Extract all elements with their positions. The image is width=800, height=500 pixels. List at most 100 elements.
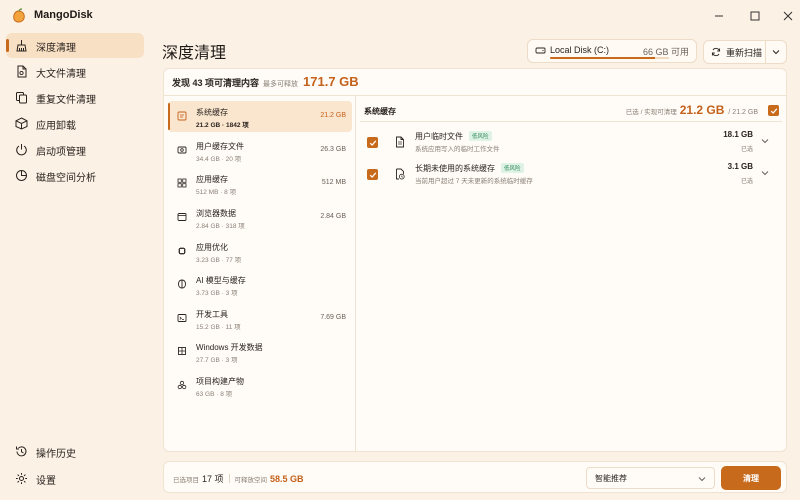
category-item-system-cache[interactable]: 系统缓存 21.2 GB · 1842 项 21.2 GB bbox=[168, 101, 352, 132]
detail-total: / 21.2 GB bbox=[728, 109, 758, 116]
sidebar-item-label: 应用卸载 bbox=[36, 121, 76, 132]
category-size: 21.2 GB bbox=[320, 112, 346, 119]
cleanup-entry[interactable]: 长期未使用的系统缓存 低风险 当前用户超过 7 天未更新的系统临时缓存 3.1 G… bbox=[360, 157, 780, 191]
sidebar-item-large-files[interactable]: 大文件清理 bbox=[6, 59, 144, 84]
category-item-windows-dev[interactable]: Windows 开发数据 27.7 GB · 3 项 bbox=[168, 336, 352, 367]
sidebar-item-label: 设置 bbox=[36, 476, 56, 487]
document-icon bbox=[395, 136, 405, 148]
chevron-down-icon[interactable] bbox=[761, 138, 769, 144]
category-size: 512 MB bbox=[321, 179, 346, 186]
checkmark-icon bbox=[369, 139, 376, 146]
sidebar-item-startup[interactable]: 启动项管理 bbox=[6, 137, 144, 162]
pie-chart-icon bbox=[15, 169, 28, 182]
risk-badge: 低风险 bbox=[469, 131, 492, 141]
category-meta: 512 MB · 8 项 bbox=[196, 189, 237, 196]
detail-title: 系统缓存 bbox=[364, 107, 396, 116]
category-meta: 2.84 GB · 318 项 bbox=[196, 223, 245, 230]
terminal-icon bbox=[177, 313, 187, 323]
summary-label: 发现 43 项可清理内容 bbox=[172, 78, 260, 88]
rescan-options-button[interactable] bbox=[765, 41, 786, 63]
app-cache-icon bbox=[177, 178, 187, 188]
select-all-checkbox[interactable] bbox=[768, 105, 779, 116]
close-button[interactable] bbox=[774, 6, 800, 26]
category-item-dev-tools[interactable]: 开发工具 15.2 GB · 11 项 7.69 GB bbox=[168, 303, 352, 334]
chevron-down-icon[interactable] bbox=[761, 170, 769, 176]
minimize-icon bbox=[715, 15, 723, 17]
cleanup-entry[interactable]: 用户临时文件 低风险 系统应用写入的临时工作文件 18.1 GB 已选 bbox=[360, 125, 780, 159]
entry-description: 当前用户超过 7 天未更新的系统临时缓存 bbox=[415, 178, 533, 185]
entry-name: 用户临时文件 低风险 bbox=[415, 131, 492, 142]
sidebar-item-deep-clean[interactable]: 深度清理 bbox=[6, 33, 144, 58]
build-artifacts-icon bbox=[177, 380, 187, 390]
system-cache-icon bbox=[177, 111, 187, 121]
entry-name-text: 用户临时文件 bbox=[415, 132, 463, 141]
maximize-button[interactable] bbox=[741, 6, 769, 26]
category-name: 开发工具 bbox=[196, 310, 228, 319]
category-item-app-cache[interactable]: 应用缓存 512 MB · 8 项 512 MB bbox=[168, 168, 352, 199]
minimize-button[interactable] bbox=[705, 6, 733, 26]
page-title: 深度清理 bbox=[162, 45, 227, 62]
entry-checkbox[interactable] bbox=[367, 137, 378, 148]
divider bbox=[228, 474, 230, 483]
divider bbox=[360, 121, 782, 122]
category-meta: 34.4 GB · 20 项 bbox=[196, 156, 242, 163]
clean-button[interactable]: 清理 bbox=[721, 466, 781, 490]
refresh-icon bbox=[711, 47, 721, 57]
entry-name-text: 长期未使用的系统缓存 bbox=[415, 164, 495, 173]
user-cache-icon bbox=[177, 145, 187, 155]
windows-icon bbox=[177, 346, 187, 356]
ai-model-icon bbox=[177, 279, 187, 289]
sidebar: 深度清理 大文件清理 重复文件清理 应用卸载 启动项管理 磁盘空间分析 操作历史… bbox=[0, 32, 150, 500]
category-meta: 27.7 GB · 3 项 bbox=[196, 357, 238, 364]
rescan-button[interactable]: 重新扫描 bbox=[704, 41, 765, 63]
rescan-group: 重新扫描 bbox=[703, 40, 787, 64]
category-item-ai-models[interactable]: AI 模型与缓存 3.73 GB · 3 项 bbox=[168, 269, 352, 300]
release-space-label: 可释放空间 bbox=[234, 477, 268, 484]
sidebar-item-label: 深度清理 bbox=[36, 43, 76, 54]
hard-drive-icon bbox=[535, 45, 546, 56]
mango-logo-icon bbox=[12, 8, 26, 24]
large-file-icon bbox=[15, 65, 28, 78]
checkmark-icon bbox=[770, 107, 777, 114]
sidebar-item-label: 重复文件清理 bbox=[36, 95, 96, 106]
strategy-value: 智能推荐 bbox=[595, 474, 627, 483]
sidebar-item-disk-analysis[interactable]: 磁盘空间分析 bbox=[6, 163, 144, 188]
detail-selection-summary: 已选 / 实现可清理 21.2 GB / 21.2 GB bbox=[626, 103, 758, 117]
detail-selected-label: 已选 / 实现可清理 bbox=[625, 109, 677, 116]
category-item-app-optimize[interactable]: 应用优化 3.23 GB · 77 项 bbox=[168, 236, 352, 267]
sidebar-item-settings[interactable]: 设置 bbox=[6, 466, 144, 491]
entry-size: 18.1 GB bbox=[723, 130, 753, 139]
sidebar-item-history[interactable]: 操作历史 bbox=[6, 439, 144, 464]
sidebar-item-duplicates[interactable]: 重复文件清理 bbox=[6, 85, 144, 110]
duplicate-file-icon bbox=[15, 91, 28, 104]
sidebar-item-uninstall[interactable]: 应用卸载 bbox=[6, 111, 144, 136]
app-title: MangoDisk bbox=[34, 9, 93, 21]
category-item-user-cache[interactable]: 用户缓存文件 34.4 GB · 20 项 26.3 GB bbox=[168, 135, 352, 166]
entry-checkbox[interactable] bbox=[367, 169, 378, 180]
release-space-value: 58.5 GB bbox=[270, 474, 304, 484]
rescan-label: 重新扫描 bbox=[726, 48, 763, 58]
category-item-browser-data[interactable]: 浏览器数据 2.84 GB · 318 项 2.84 GB bbox=[168, 202, 352, 233]
sidebar-item-label: 启动项管理 bbox=[36, 147, 86, 158]
category-item-build-artifacts[interactable]: 项目构建产物 63 GB · 8 项 bbox=[168, 370, 352, 401]
browser-icon bbox=[177, 212, 187, 222]
broom-icon bbox=[15, 39, 28, 52]
strategy-select[interactable]: 智能推荐 bbox=[586, 467, 715, 489]
entry-status: 已选 bbox=[740, 147, 753, 153]
category-meta: 3.23 GB · 77 项 bbox=[196, 257, 242, 264]
checkmark-icon bbox=[369, 171, 376, 178]
clock-file-icon bbox=[395, 168, 405, 180]
selected-items-count: 17 项 bbox=[202, 474, 224, 484]
package-icon bbox=[15, 117, 28, 130]
entry-description: 系统应用写入的临时工作文件 bbox=[415, 146, 500, 153]
detail-selected-value: 21.2 GB bbox=[679, 103, 725, 117]
category-name: 系统缓存 bbox=[196, 108, 228, 117]
category-meta: 15.2 GB · 11 项 bbox=[196, 324, 241, 331]
summary-sub: 最多可释放 bbox=[263, 81, 299, 88]
disk-selector[interactable]: Local Disk (C:) 66 GB 可用 bbox=[527, 39, 697, 63]
entry-size: 3.1 GB bbox=[727, 162, 753, 171]
divider bbox=[355, 96, 356, 451]
category-name: Windows 开发数据 bbox=[196, 343, 263, 352]
maximize-icon bbox=[750, 11, 760, 21]
selection-stats: 已选项目 17 项 可释放空间 58.5 GB bbox=[173, 472, 304, 485]
